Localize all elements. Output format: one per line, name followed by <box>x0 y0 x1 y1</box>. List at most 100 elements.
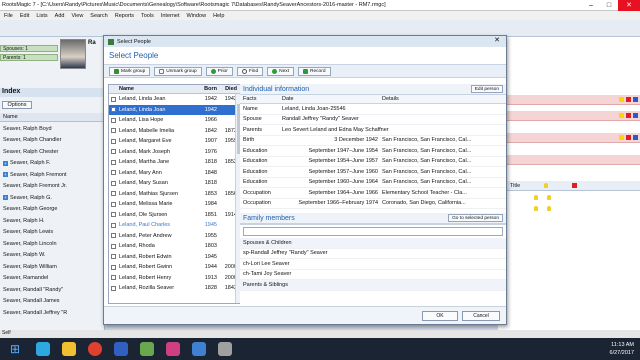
arrow-icon[interactable] <box>633 135 638 140</box>
fact-row[interactable]: Occupation September 1966–February 1974 Co… <box>240 199 506 209</box>
index-name-header[interactable]: Name <box>0 113 104 122</box>
menu-tools[interactable]: Tools <box>141 13 154 19</box>
index-row[interactable]: Seaver, Ralph Chandler <box>0 135 104 147</box>
menu-edit[interactable]: Edit <box>20 13 29 19</box>
start-icon[interactable]: ⊞ <box>0 338 30 360</box>
flag-icon[interactable] <box>626 113 631 118</box>
checkbox[interactable] <box>111 275 116 281</box>
family-member[interactable]: ch-Tami Joy Seaver <box>240 270 506 280</box>
unmark-group-button[interactable]: Unmark group <box>154 66 202 76</box>
index-row[interactable]: Seaver, Ramandel <box>0 273 104 285</box>
checkbox[interactable] <box>111 128 116 134</box>
go-to-selected-person-button[interactable]: Go to selected person <box>448 214 503 222</box>
record-button[interactable]: Record <box>298 66 331 76</box>
date-column-header[interactable]: Date <box>282 96 382 102</box>
fact-row[interactable]: Name Leland, Linda Joan-25546 <box>240 104 506 115</box>
details-column-header[interactable]: Details <box>382 96 500 102</box>
checkbox[interactable] <box>111 159 116 165</box>
taskbar-app-icon[interactable] <box>30 338 56 360</box>
cancel-button[interactable]: Cancel <box>462 311 500 321</box>
index-row[interactable]: Seaver, Randall "Randy" <box>0 284 104 296</box>
person-row[interactable]: Leland, Martha Jane 1818 1852 <box>109 157 241 168</box>
family-member[interactable]: sp-Randall Jeffrey "Randy" Seaver <box>240 249 506 259</box>
flag-icon[interactable] <box>626 97 631 102</box>
taskbar-app-icon[interactable] <box>186 338 212 360</box>
person-row[interactable]: Leland, Mary Susan 1818 <box>109 178 241 189</box>
taskbar-app-icon[interactable] <box>56 338 82 360</box>
person-row[interactable]: Leland, Mabelle Imelia 1842 1873 <box>109 126 241 137</box>
menu-reports[interactable]: Reports <box>115 13 134 19</box>
bulb-icon[interactable] <box>547 205 551 211</box>
arrow-icon[interactable] <box>633 97 638 102</box>
facts-column-header[interactable]: Facts <box>240 96 282 102</box>
menu-internet[interactable]: Internet <box>161 13 180 19</box>
menu-search[interactable]: Search <box>90 13 107 19</box>
taskbar-app-icon[interactable] <box>108 338 134 360</box>
fact-row[interactable]: Birth 3 December 1942 San Francisco, San F… <box>240 136 506 146</box>
fact-row[interactable]: Education September 1960–June 1964 San Fra… <box>240 178 506 188</box>
options-button[interactable]: Options <box>2 101 32 109</box>
checkbox[interactable] <box>111 170 116 176</box>
clock[interactable]: 11:13 AM 6/27/2017 <box>610 341 640 357</box>
bulb-icon[interactable] <box>534 205 538 211</box>
fact-row[interactable]: Education September 1957–June 1960 San Fra… <box>240 167 506 178</box>
fact-row[interactable]: Education September 1947–June 1954 San Fra… <box>240 146 506 157</box>
index-row[interactable]: Seaver, Randall James <box>0 296 104 308</box>
person-row[interactable]: Leland, Rhoda 1803 <box>109 241 241 252</box>
person-row[interactable]: Leland, Mark Joseph 1976 <box>109 147 241 158</box>
fact-row[interactable]: Parents Leo Severt Leland and Edna May Sc… <box>240 125 506 136</box>
menu-help[interactable]: Help <box>213 13 224 19</box>
bulb-icon[interactable] <box>619 135 624 140</box>
fact-row[interactable]: Occupation September 1964–June 1966 Elemen… <box>240 188 506 199</box>
person-row[interactable]: Leland, Ole Sjursen 1851 1914 <box>109 210 241 221</box>
index-row[interactable]: Seaver, Ralph Chester <box>0 146 104 158</box>
family-member[interactable]: ch-Lori Lee Seaver <box>240 259 506 270</box>
person-row[interactable]: Leland, Mary Ann 1848 <box>109 168 241 179</box>
find-button[interactable]: Find <box>236 66 264 76</box>
checkbox[interactable] <box>111 107 116 113</box>
person-row[interactable]: Leland, Melissa Marie 1984 <box>109 199 241 210</box>
fact-row[interactable]: Education September 1954–June 1957 San Fra… <box>240 157 506 167</box>
index-row[interactable]: Seaver, Ralph George <box>0 204 104 216</box>
close-icon[interactable]: ✕ <box>618 0 640 11</box>
title-column[interactable]: Title <box>510 183 520 189</box>
fact-row[interactable]: Spouse Randall Jeffrey "Randy" Seaver <box>240 115 506 125</box>
checkbox[interactable] <box>111 264 116 270</box>
index-row[interactable]: + Seaver, Ralph G. <box>0 192 104 204</box>
index-row[interactable]: Seaver, Ralph Fremont Jr. <box>0 181 104 193</box>
checkbox[interactable] <box>111 243 116 249</box>
person-row[interactable]: Leland, Robert Edwin 1945 <box>109 252 241 263</box>
taskbar-app-icon[interactable] <box>82 338 108 360</box>
born-column-header[interactable]: Born <box>197 86 217 92</box>
index-row[interactable]: Seaver, Ralph W. <box>0 250 104 262</box>
checkbox[interactable] <box>111 138 116 144</box>
checkbox[interactable] <box>111 201 116 207</box>
next-button[interactable]: Next <box>267 66 295 76</box>
bulb-icon[interactable] <box>619 97 624 102</box>
person-row[interactable]: Leland, Mathias Sjursen 1853 1856 <box>109 189 241 200</box>
person-row[interactable]: Leland, Paul Charles 1945 <box>109 220 241 231</box>
taskbar-app-icon[interactable] <box>134 338 160 360</box>
checkbox[interactable] <box>111 149 116 155</box>
index-row[interactable]: Seaver, Ralph Boyd <box>0 123 104 135</box>
parents-count[interactable]: Parents: 1 <box>0 54 58 61</box>
checkbox[interactable] <box>111 212 116 218</box>
maximize-icon[interactable]: □ <box>600 0 618 11</box>
close-icon[interactable]: ✕ <box>488 36 506 47</box>
expand-icon[interactable]: + <box>3 160 8 166</box>
checkbox[interactable] <box>111 285 116 291</box>
checkbox[interactable] <box>111 233 116 239</box>
taskbar-app-icon[interactable] <box>212 338 238 360</box>
flag-icon[interactable] <box>626 135 631 140</box>
taskbar-app-icon[interactable] <box>160 338 186 360</box>
family-group[interactable]: Spouses & Children <box>240 238 506 249</box>
index-row[interactable]: Seaver, Ralph H. <box>0 215 104 227</box>
checkbox[interactable] <box>111 254 116 260</box>
menu-window[interactable]: Window <box>187 13 207 19</box>
person-row[interactable]: Leland, Linda Jean 1942 1942 <box>109 94 241 105</box>
expand-icon[interactable]: + <box>3 172 8 178</box>
menu-view[interactable]: View <box>71 13 83 19</box>
index-row[interactable]: + Seaver, Ralph Fremont <box>0 169 104 181</box>
menu-add[interactable]: Add <box>55 13 65 19</box>
person-row[interactable]: Leland, Robert Henry 1913 2000 <box>109 273 241 284</box>
